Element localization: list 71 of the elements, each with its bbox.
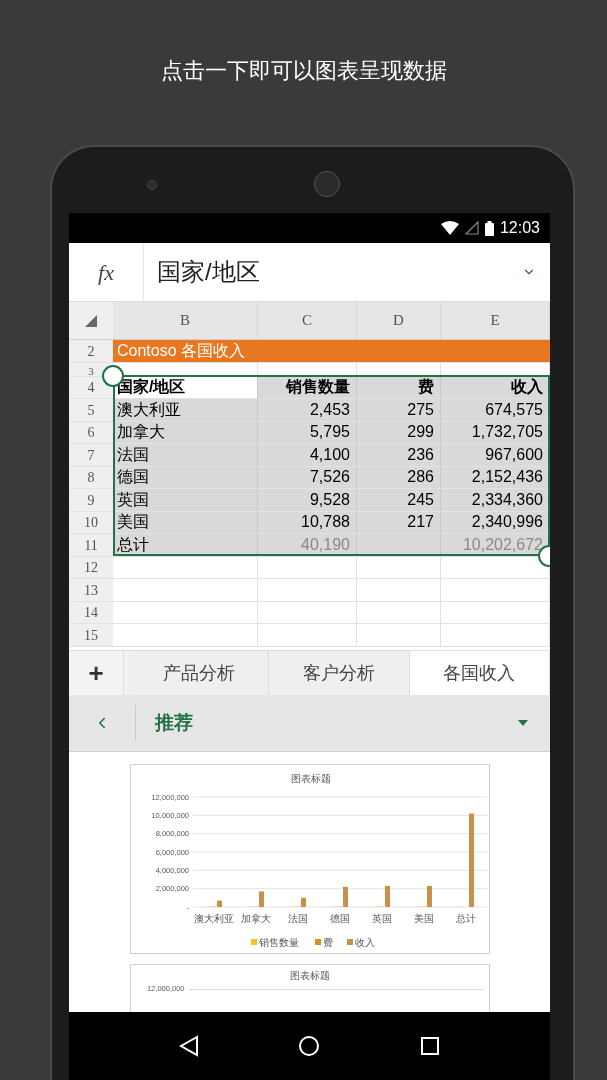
overview-icon[interactable] [420,1036,441,1056]
column-label: 销售数量 [258,376,357,398]
row-number: 9 [69,489,113,511]
legend-label: 收入 [354,937,375,948]
column-header[interactable]: E [441,302,550,339]
headline: 点击一下即可以图表呈现数据 [160,56,447,85]
table-cell: 299 [357,421,441,443]
row-number: 12 [69,556,113,578]
table-cell: 4,100 [258,444,357,466]
legend-swatch [346,939,353,945]
category-label: 加拿大 [240,913,271,924]
column-label: 费 [357,376,441,398]
table-cell: 9,528 [258,489,357,511]
title-cell: Contoso 各国收入 [113,340,550,362]
sheet-tab[interactable]: 客户分析 [269,651,410,695]
table-cell: 英国 [113,489,258,511]
home-icon[interactable] [298,1035,321,1057]
row-number: 5 [69,399,113,421]
row-number: 14 [69,601,113,623]
chart-title: 图表标题 [290,773,331,784]
back-icon[interactable] [178,1035,199,1057]
legend-swatch [314,939,321,945]
table-cell: 286 [357,466,441,488]
table-cell: 275 [357,399,441,421]
category-label: 英国 [371,913,392,924]
recommend-title: 推荐 [155,710,194,735]
formula-field[interactable]: 国家/地区 [144,243,522,301]
camera-lens [147,180,157,190]
table-cell: 217 [357,511,441,533]
table-cell: 澳大利亚 [113,399,258,421]
function-button[interactable]: fx [69,243,144,301]
wifi-icon [440,221,459,235]
table-cell: 674,575 [441,399,550,421]
chart-title: 图表标题 [288,970,331,982]
row-number: 2 [69,340,113,362]
row-number: 13 [69,579,113,601]
table-cell: 967,600 [441,444,550,466]
category-label: 德国 [329,913,350,924]
clock: 12:03 [499,218,540,238]
sheet-tab[interactable]: 产品分析 [129,651,270,695]
row-number: 6 [69,421,113,443]
speaker-grille [314,171,340,197]
column-header[interactable]: B [113,302,258,339]
table-cell: 236 [357,444,441,466]
table-cell: 10,788 [258,511,357,533]
table-cell: 245 [357,489,441,511]
category-label: 法国 [287,913,308,924]
row-number: 10 [69,511,113,533]
row-number: 8 [69,466,113,488]
legend-label: 销售数量 [258,937,299,948]
column-header[interactable]: D [357,302,441,339]
table-cell: 7,526 [258,466,357,488]
sheet-tab[interactable]: 各国收入 [409,651,550,695]
table-cell: 5,795 [258,421,357,443]
category-label: 美国 [413,913,434,924]
table-cell: 2,334,360 [441,489,550,511]
select-all-icon[interactable] [85,314,97,327]
category-label: 总计 [455,913,476,924]
signal-icon [464,221,479,235]
table-cell: 40,190 [258,534,357,556]
dropdown-icon[interactable] [518,720,528,726]
table-cell: 2,453 [258,399,357,421]
table-cell: 法国 [113,444,258,466]
legend-swatch [250,939,257,945]
legend-label: 费 [322,937,333,948]
row-number: 11 [69,534,113,556]
battery-icon [484,220,494,236]
row-number: 7 [69,444,113,466]
category-label: 澳大利亚 [193,913,234,924]
row-number: 15 [69,624,113,646]
column-header[interactable]: C [258,302,357,339]
